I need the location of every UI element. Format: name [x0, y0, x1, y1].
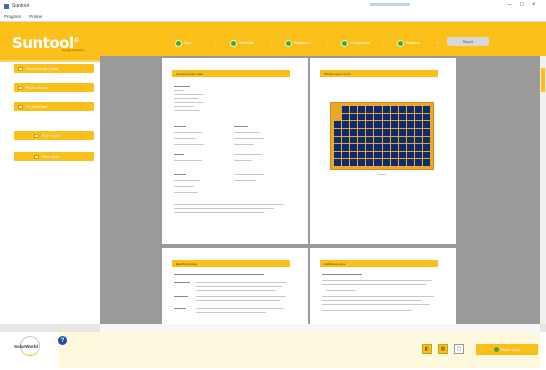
- pdf-export-button[interactable]: PDF export: [14, 131, 94, 140]
- chevron-right-icon: ›: [327, 40, 329, 46]
- document-icon: [18, 104, 23, 109]
- step-label: Equipment: [294, 41, 311, 45]
- close-button[interactable]: ×: [532, 2, 536, 8]
- viewer-bottom-bar: [100, 324, 540, 332]
- frame-icon[interactable]: ▢: [454, 344, 464, 354]
- vertical-scrollbar[interactable]: [540, 56, 546, 324]
- check-icon: [285, 39, 292, 47]
- check-icon: [175, 39, 182, 47]
- chevron-right-icon: ›: [437, 40, 439, 46]
- print-report-button[interactable]: Print report: [14, 152, 94, 161]
- printer-icon: [34, 154, 39, 159]
- check-icon: [493, 347, 499, 352]
- step-site-roof[interactable]: Site/Roof: [230, 39, 253, 47]
- step-label: Start: [184, 41, 192, 45]
- page-header: Electrical layout: [172, 260, 290, 267]
- window-title: Suntool: [12, 3, 29, 9]
- menu-printer[interactable]: Printer: [29, 14, 42, 19]
- footer-info-panel: [58, 332, 540, 368]
- sidebar-item-label: Roof surfaces: [26, 85, 48, 90]
- app-icon: [4, 3, 9, 9]
- step-label: Electrical: [406, 41, 421, 45]
- check-icon: [341, 39, 348, 47]
- maximize-button[interactable]: □: [520, 2, 524, 8]
- report-page-notes: Additional notes: [310, 248, 456, 324]
- document-icon: [18, 66, 23, 71]
- report-preview[interactable]: General project data Module layout (roof…: [100, 56, 540, 324]
- sidebar-item-pv-generator[interactable]: PV-Generator: [14, 102, 94, 111]
- step-report-active[interactable]: Report: [447, 37, 489, 46]
- sidebar-item-label: General project data: [26, 66, 58, 71]
- sidebar-item-label: Print report: [42, 154, 60, 159]
- report-page-electrical: Electrical layout: [162, 248, 308, 324]
- export-icon[interactable]: ◧: [422, 344, 432, 354]
- document-icon: [18, 85, 23, 90]
- help-icon[interactable]: ?: [58, 336, 67, 345]
- step-electrical[interactable]: Electrical: [397, 39, 420, 47]
- menu-program[interactable]: Program: [4, 14, 21, 19]
- finish-report-button[interactable]: Finish report: [476, 344, 538, 355]
- check-icon: [397, 39, 404, 47]
- footer: [0, 332, 546, 370]
- sidebar-item-roof-surfaces[interactable]: Roof surfaces: [14, 83, 94, 92]
- step-equipment[interactable]: Equipment: [285, 39, 311, 47]
- chevron-right-icon: ›: [383, 40, 385, 46]
- grid-icon[interactable]: ▦: [438, 344, 448, 354]
- finish-label: Finish report: [500, 347, 521, 352]
- step-start[interactable]: Start: [175, 39, 191, 47]
- sidebar: General project data Roof surfaces PV-Ge…: [0, 62, 100, 324]
- step-arrangement[interactable]: Arrangement: [341, 39, 370, 47]
- chevron-right-icon: ›: [215, 40, 217, 46]
- check-icon: [230, 39, 237, 47]
- report-page-module-layout: Module layout (roof): [310, 58, 456, 244]
- scrollbar-thumb[interactable]: [541, 68, 545, 92]
- pdf-icon: [34, 133, 39, 138]
- step-label: Arrangement: [350, 41, 371, 45]
- sidebar-item-label: PDF export: [42, 133, 60, 138]
- minimize-button[interactable]: –: [508, 2, 511, 8]
- step-label: Site/Roof: [239, 41, 254, 45]
- page-header: General project data: [172, 70, 290, 77]
- company-logo: SolarWorld: [14, 344, 38, 349]
- module-layout-diagram: [330, 102, 434, 170]
- page-header: Module layout (roof): [320, 70, 438, 77]
- report-page-general: General project data: [162, 58, 308, 244]
- app-logo-subtitle: Design software: [62, 48, 84, 52]
- title-bar-link[interactable]: [370, 3, 410, 6]
- sidebar-item-label: PV-Generator: [26, 104, 48, 109]
- window-titlebar: Suntool – □ ×: [0, 0, 546, 12]
- sidebar-item-general-project-data[interactable]: General project data: [14, 64, 94, 73]
- menubar: Program Printer: [0, 12, 546, 22]
- chevron-right-icon: ›: [271, 40, 273, 46]
- page-header: Additional notes: [320, 260, 438, 267]
